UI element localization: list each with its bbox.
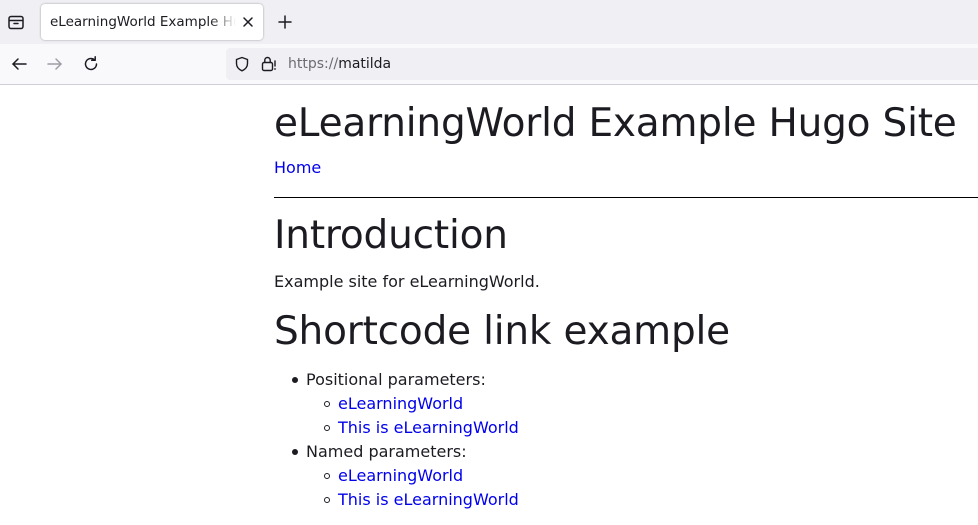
header-divider: [274, 197, 978, 198]
navigation-toolbar: https://matilda: [0, 44, 978, 85]
list-bullet: [292, 377, 298, 383]
shortcode-heading: Shortcode link example: [274, 309, 730, 354]
tab-overview-icon[interactable]: [4, 8, 28, 36]
list-item-positional: Positional parameters:: [306, 370, 486, 389]
url-text[interactable]: https://matilda: [288, 48, 391, 80]
reload-button[interactable]: [79, 52, 103, 76]
reload-icon: [84, 56, 98, 71]
list-item-named: Named parameters:: [306, 442, 467, 461]
new-tab-button[interactable]: [274, 11, 296, 33]
list-bullet: [292, 449, 298, 455]
back-arrow-icon: [12, 58, 27, 70]
forward-arrow-icon: [47, 58, 62, 70]
forward-button[interactable]: [43, 52, 67, 76]
tab-bar: eLearningWorld Example Hugo Site: [0, 0, 978, 44]
sublist-bullet: [324, 401, 330, 407]
list-item: This is eLearningWorld: [338, 416, 519, 440]
address-bar[interactable]: https://matilda: [226, 48, 978, 80]
url-scheme: https://: [288, 56, 339, 72]
plus-icon: [278, 15, 292, 29]
home-link[interactable]: Home: [274, 158, 321, 177]
tab-title: eLearningWorld Example Hugo Site: [50, 14, 236, 30]
back-button[interactable]: [7, 52, 31, 76]
list-item: eLearningWorld: [338, 392, 463, 416]
list-item: This is eLearningWorld: [338, 488, 519, 512]
elearningworld-link[interactable]: eLearningWorld: [338, 466, 463, 485]
close-tab-icon[interactable]: [239, 13, 257, 31]
sublist-bullet: [324, 425, 330, 431]
this-is-elearningworld-link[interactable]: This is eLearningWorld: [338, 490, 519, 509]
folder-tabs-icon: [8, 15, 24, 30]
site-title: eLearningWorld Example Hugo Site: [274, 101, 957, 146]
list-item: eLearningWorld: [338, 464, 463, 488]
introduction-text: Example site for eLearningWorld.: [274, 272, 540, 291]
this-is-elearningworld-link[interactable]: This is eLearningWorld: [338, 418, 519, 437]
sublist-bullet: [324, 473, 330, 479]
url-host: matilda: [338, 56, 392, 72]
active-tab[interactable]: eLearningWorld Example Hugo Site: [41, 4, 263, 40]
introduction-heading: Introduction: [274, 213, 508, 258]
elearningworld-link[interactable]: eLearningWorld: [338, 394, 463, 413]
lock-warning-icon[interactable]: [260, 55, 278, 73]
tracking-protection-shield-icon[interactable]: [234, 56, 250, 72]
sublist-bullet: [324, 497, 330, 503]
page-content: eLearningWorld Example Hugo Site Home In…: [0, 85, 978, 525]
